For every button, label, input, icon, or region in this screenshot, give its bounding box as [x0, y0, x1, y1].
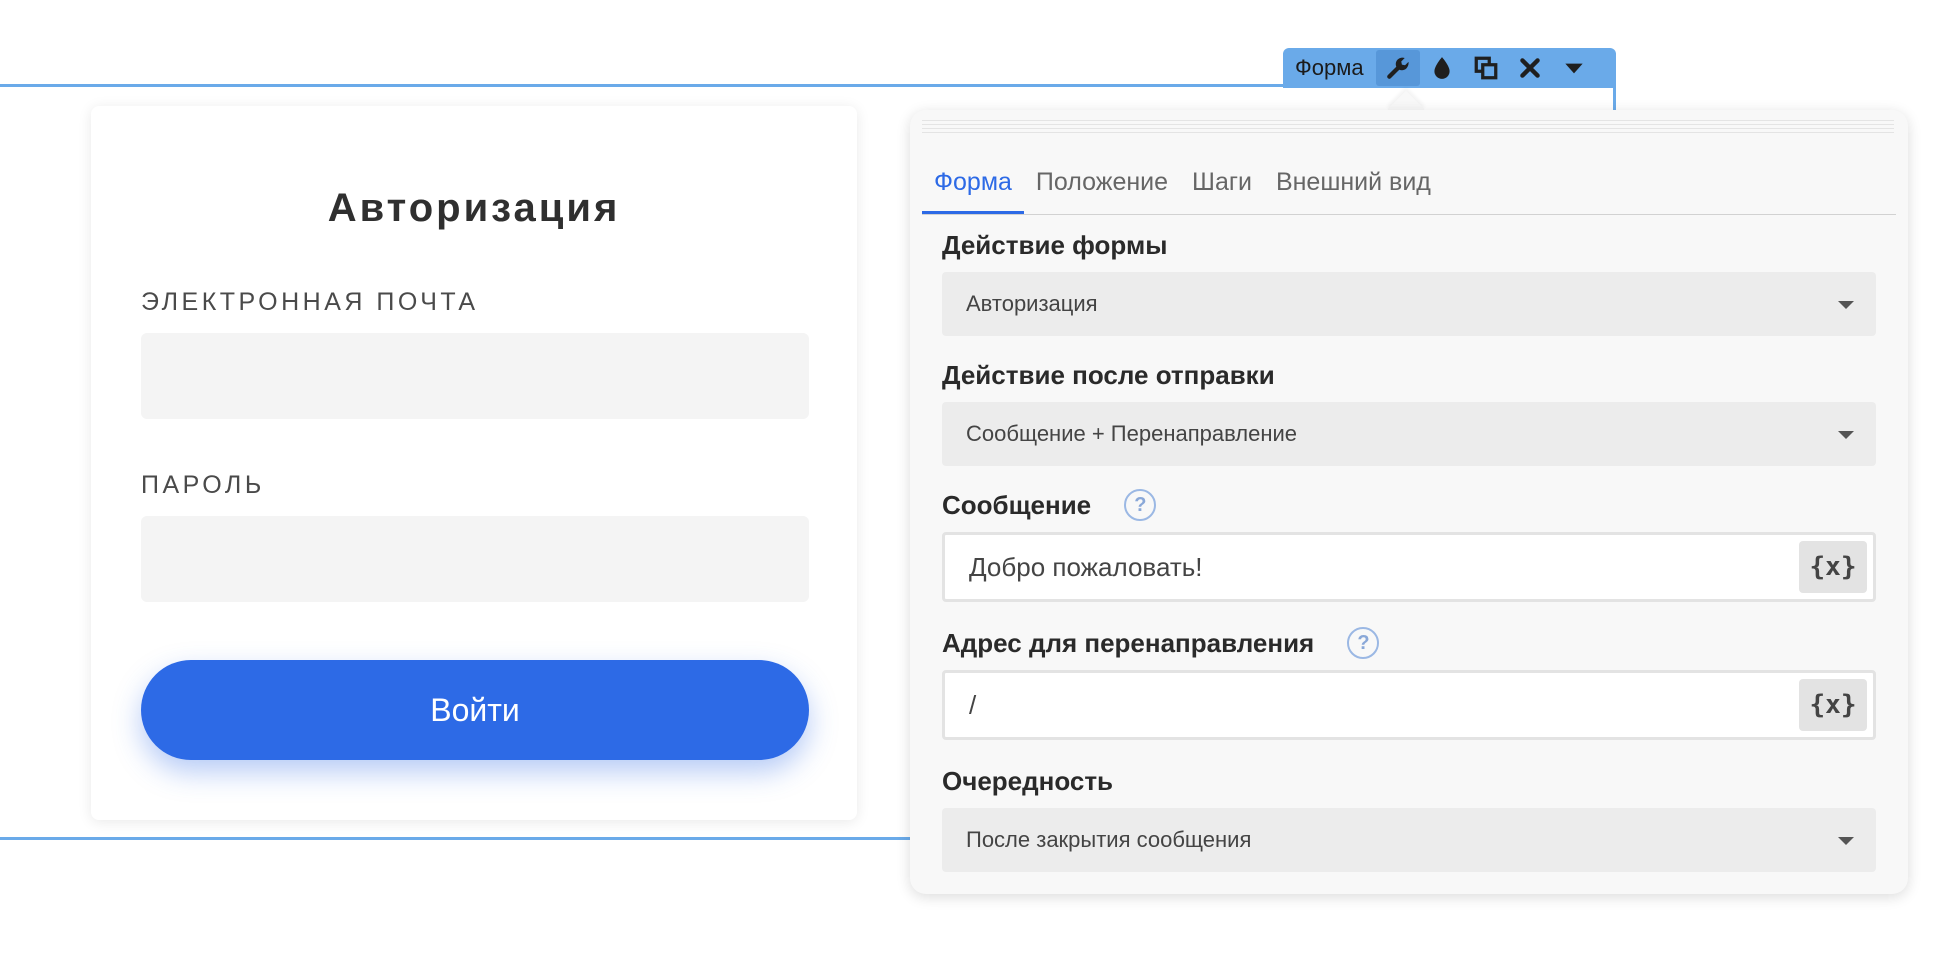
message-label-text: Сообщение — [942, 490, 1092, 520]
redirect-url-input[interactable]: / {x} — [942, 670, 1876, 740]
email-input[interactable] — [141, 333, 809, 419]
message-value: Добро пожаловать! — [969, 552, 1203, 582]
chevron-down-icon — [1838, 431, 1854, 439]
panel-drag-handle[interactable] — [922, 120, 1894, 134]
style-button[interactable] — [1420, 50, 1464, 86]
order-select[interactable]: После закрытия сообщения — [942, 808, 1876, 872]
insert-variable-button[interactable]: {x} — [1799, 541, 1867, 593]
help-icon[interactable]: ? — [1347, 627, 1380, 660]
chevron-down-icon — [1838, 301, 1854, 309]
message-label: Сообщение ? — [942, 489, 1157, 522]
password-input[interactable] — [141, 516, 809, 602]
chevron-down-icon — [1838, 837, 1854, 845]
insert-variable-button[interactable]: {x} — [1799, 679, 1867, 731]
after-submit-label: Действие после отправки — [942, 360, 1275, 390]
element-type-label: Форма — [1295, 55, 1364, 80]
help-icon[interactable]: ? — [1124, 489, 1157, 522]
order-value: После закрытия сообщения — [966, 827, 1252, 852]
form-action-label: Действие формы — [942, 230, 1168, 260]
tab-form[interactable]: Форма — [922, 150, 1024, 214]
settings-button[interactable] — [1375, 50, 1420, 86]
close-icon — [1519, 58, 1540, 78]
droplet-icon — [1433, 57, 1450, 79]
more-button[interactable] — [1552, 50, 1596, 86]
settings-tabs: Форма Положение Шаги Внешний вид — [922, 150, 1896, 215]
after-submit-value: Сообщение + Перенаправление — [966, 421, 1298, 446]
form-action-select[interactable]: Авторизация — [942, 272, 1876, 336]
element-toolbar: Форма — [1283, 48, 1616, 88]
redirect-label: Адрес для перенаправления ? — [942, 627, 1380, 660]
form-title: Авторизация — [327, 186, 621, 230]
selection-outline-bottom — [0, 837, 912, 840]
message-input[interactable]: Добро пожаловать! {x} — [942, 532, 1876, 602]
redirect-url-value: / — [969, 690, 977, 720]
form-settings-panel: Форма Положение Шаги Внешний вид Действи… — [910, 110, 1908, 894]
wrench-icon — [1386, 57, 1409, 79]
email-label: ЭЛЕКТРОННАЯ ПОЧТА — [141, 288, 479, 316]
order-label: Очередность — [942, 766, 1114, 796]
login-form: Авторизация ЭЛЕКТРОННАЯ ПОЧТА ПАРОЛЬ Вой… — [91, 106, 857, 820]
copy-icon — [1474, 56, 1497, 80]
form-action-value: Авторизация — [966, 291, 1098, 316]
login-submit-button[interactable]: Войти — [141, 660, 809, 760]
tab-position[interactable]: Положение — [1024, 150, 1180, 214]
duplicate-button[interactable] — [1464, 50, 1508, 86]
after-submit-select[interactable]: Сообщение + Перенаправление — [942, 402, 1876, 466]
delete-button[interactable] — [1508, 50, 1552, 86]
chevron-down-icon — [1564, 63, 1583, 74]
redirect-label-text: Адрес для перенаправления — [942, 628, 1315, 658]
tab-appearance[interactable]: Внешний вид — [1264, 150, 1443, 214]
tab-steps[interactable]: Шаги — [1180, 150, 1264, 214]
password-label: ПАРОЛЬ — [141, 471, 265, 499]
